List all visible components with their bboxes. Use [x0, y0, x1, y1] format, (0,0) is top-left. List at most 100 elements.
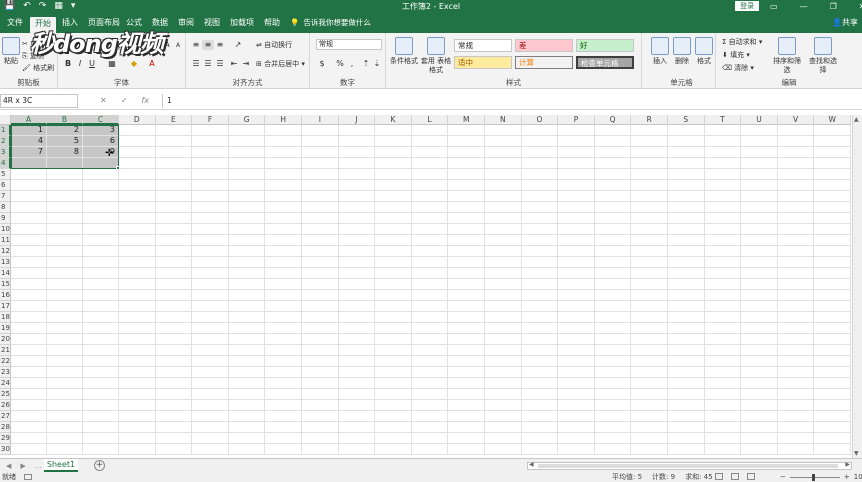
grid-cell[interactable] [375, 147, 412, 158]
grid-cell[interactable] [668, 367, 705, 378]
grid-cell[interactable] [83, 279, 119, 290]
grid-cell[interactable] [155, 202, 193, 213]
grid-cell[interactable] [228, 246, 266, 257]
grid-cell[interactable] [521, 312, 559, 323]
grid-cell[interactable] [668, 444, 705, 455]
grid-cell[interactable] [47, 268, 83, 279]
grid-cell[interactable] [47, 290, 83, 301]
grid-cell[interactable] [448, 389, 485, 400]
grid-cell[interactable] [265, 433, 302, 444]
column-header[interactable]: W [814, 115, 851, 125]
grid-cell[interactable] [338, 125, 376, 136]
grid-cell[interactable] [485, 389, 522, 400]
grid-cell[interactable] [155, 444, 193, 455]
zoom-out-icon[interactable]: − [780, 472, 786, 482]
grid-cell[interactable] [777, 169, 815, 180]
insert-cells-button[interactable]: 插入 [650, 37, 670, 66]
grid-cell[interactable] [192, 224, 229, 235]
grid-cell[interactable] [741, 378, 778, 389]
clear-button[interactable]: ⌫ 清除 ▾ [722, 63, 754, 73]
grid-cell[interactable] [155, 224, 193, 235]
grid-cell[interactable] [668, 345, 705, 356]
grid-cell[interactable] [302, 290, 339, 301]
grid-cell[interactable] [594, 158, 632, 169]
grid-cell[interactable] [265, 213, 302, 224]
grid-cell[interactable] [375, 191, 412, 202]
conditional-format-button[interactable]: 条件格式 [389, 37, 419, 66]
grid-cell[interactable] [631, 334, 668, 345]
grid-cell[interactable] [375, 213, 412, 224]
grid-cell[interactable] [485, 323, 522, 334]
grid-cell[interactable] [704, 400, 742, 411]
grid-cell[interactable] [631, 279, 668, 290]
grid-cell[interactable] [741, 290, 778, 301]
align-center-icon[interactable]: ☰ [202, 59, 214, 69]
grid-cell[interactable] [228, 411, 266, 422]
grid-cell[interactable] [558, 158, 595, 169]
grid-cell[interactable] [448, 411, 485, 422]
grid-cell[interactable] [631, 356, 668, 367]
grid-cell[interactable] [594, 433, 632, 444]
grid-cell[interactable] [302, 268, 339, 279]
grid-cell[interactable] [47, 180, 83, 191]
grid-cell[interactable] [11, 224, 47, 235]
grid-cell[interactable] [302, 444, 339, 455]
grid-cell[interactable] [485, 125, 522, 136]
grid-cell[interactable] [375, 345, 412, 356]
grid-cell[interactable] [594, 268, 632, 279]
grid-cell[interactable] [155, 246, 193, 257]
grid-cell[interactable] [814, 367, 851, 378]
grid-cell[interactable] [83, 389, 119, 400]
grid-cell[interactable] [302, 400, 339, 411]
grid-cell[interactable] [375, 279, 412, 290]
name-box[interactable]: 4R x 3C [0, 94, 78, 108]
grid-cell[interactable] [11, 389, 47, 400]
grid-cell[interactable] [704, 422, 742, 433]
grid-cell[interactable] [192, 301, 229, 312]
grid-cell[interactable] [668, 323, 705, 334]
row-header[interactable]: 19 [0, 323, 11, 334]
grid-cell[interactable] [704, 191, 742, 202]
grid-cell[interactable] [228, 323, 266, 334]
vertical-scrollbar[interactable]: ▲ ▼ [852, 115, 862, 458]
column-header[interactable]: M [448, 115, 485, 125]
grid-cell[interactable] [668, 235, 705, 246]
column-header[interactable]: V [777, 115, 815, 125]
grid-cell[interactable] [777, 400, 815, 411]
grid-cell[interactable] [448, 312, 485, 323]
grid-cell[interactable] [338, 334, 376, 345]
grid-cell[interactable] [448, 257, 485, 268]
grid-cell[interactable] [192, 235, 229, 246]
grid-cell[interactable] [558, 367, 595, 378]
grid-cell[interactable] [83, 444, 119, 455]
column-header[interactable]: T [704, 115, 742, 125]
grid-cell[interactable] [155, 433, 193, 444]
grid-cell[interactable] [155, 169, 193, 180]
grid-cell[interactable] [777, 158, 815, 169]
grid-cell[interactable] [119, 268, 156, 279]
grid-cell[interactable] [741, 279, 778, 290]
grid-cell[interactable] [777, 268, 815, 279]
grid-cell[interactable] [228, 158, 266, 169]
macro-record-icon[interactable] [24, 474, 32, 480]
grid-cell[interactable] [411, 202, 449, 213]
grid-cell[interactable] [558, 180, 595, 191]
grid-cell[interactable] [228, 235, 266, 246]
grid-cell[interactable] [668, 400, 705, 411]
grid-cell[interactable] [741, 202, 778, 213]
grid-cell[interactable] [265, 125, 302, 136]
more-sheets-icon[interactable]: … [35, 461, 42, 471]
grid-cell[interactable] [11, 235, 47, 246]
grid-cell[interactable] [265, 224, 302, 235]
grid-cell[interactable] [485, 136, 522, 147]
grid-cell[interactable] [119, 378, 156, 389]
decrease-decimal-icon[interactable]: ⇣ [371, 59, 383, 69]
grid-cell[interactable] [119, 191, 156, 202]
grid-cell[interactable] [302, 169, 339, 180]
grid-cell[interactable] [631, 235, 668, 246]
grid-cell[interactable] [11, 213, 47, 224]
style-calculation[interactable]: 计算 [515, 56, 573, 69]
grid-cell[interactable] [265, 147, 302, 158]
grid-cell[interactable] [704, 345, 742, 356]
grid-cell[interactable] [814, 312, 851, 323]
